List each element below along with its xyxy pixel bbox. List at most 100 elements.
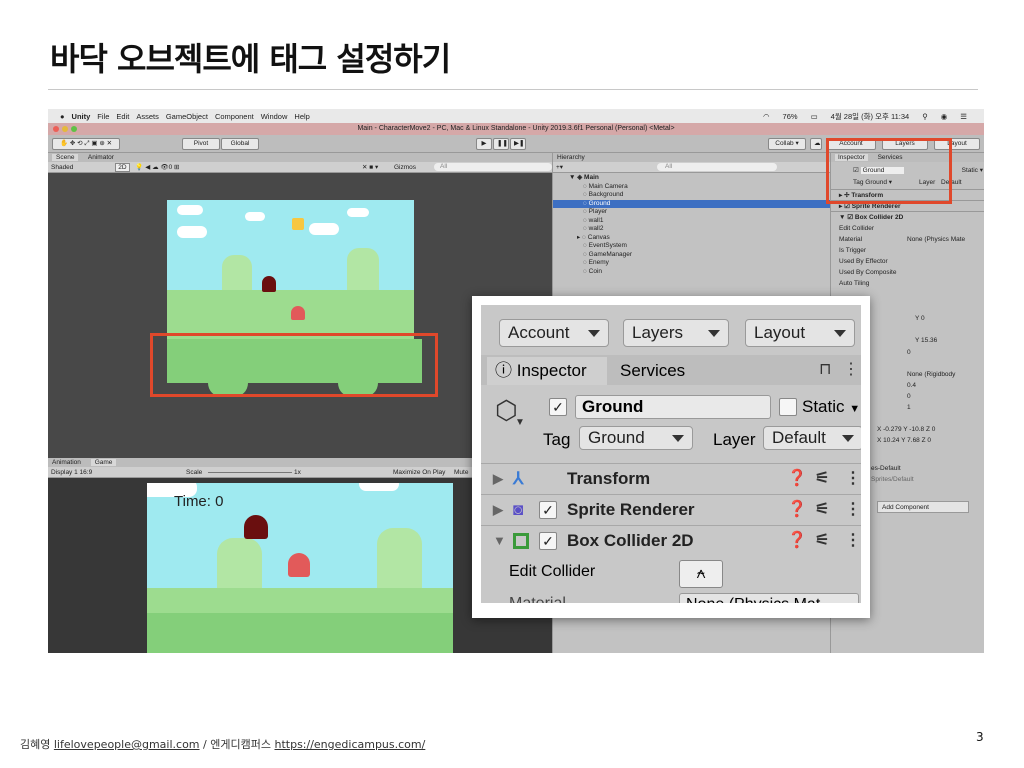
field-is-trigger[interactable]: Is Trigger [831, 245, 984, 256]
component-enabled-checkbox[interactable]: ✓ [539, 501, 557, 519]
material-field[interactable]: None (Physics Mate [907, 234, 965, 245]
wifi-icon[interactable]: ◠ [763, 112, 770, 121]
add-component-button[interactable]: Add Component [877, 501, 969, 513]
maximize-on-play-toggle[interactable]: Maximize On Play [393, 467, 445, 478]
z-value[interactable]: Z 0 [926, 426, 935, 433]
author-email-link[interactable]: lifelovepeople@gmail.com [54, 738, 200, 751]
menubar-clock[interactable]: 4월 28일 (화) 오후 11:34 [831, 111, 910, 122]
tab-scene[interactable]: Scene [52, 154, 79, 161]
menu-assets[interactable]: Assets [136, 112, 159, 121]
static-checkbox[interactable] [779, 398, 797, 416]
component-transform[interactable]: ▶ ⅄ Transform ❓ ⚟ ⋮ [481, 463, 861, 494]
field-used-by-effector[interactable]: Used By Effector [831, 256, 984, 267]
menu-window[interactable]: Window [261, 112, 288, 121]
tools-icon[interactable]: ✕ ■ ▾ [362, 162, 378, 173]
kebab-menu-icon[interactable]: ⋮ [843, 359, 859, 379]
y-value[interactable]: Y 7.68 [901, 437, 920, 444]
cloud-icon[interactable]: ☁ [810, 138, 822, 150]
hierarchy-item[interactable]: ◌ Main Camera [553, 183, 831, 192]
global-toggle[interactable]: Global [221, 138, 259, 150]
edit-collider-button[interactable]: ⍲ [679, 560, 723, 588]
x-value[interactable]: X 10.24 [877, 437, 899, 444]
hierarchy-item[interactable]: ◌ Coin [553, 268, 831, 277]
siri-icon[interactable]: ◉ [941, 112, 948, 121]
static-toggle[interactable]: Static ▾ [962, 165, 983, 176]
hierarchy-item[interactable]: ◌ Player [553, 208, 831, 217]
scene-root[interactable]: ▼ ◈ Main [553, 174, 831, 183]
z-value[interactable]: Z 0 [922, 437, 931, 444]
tab-animation[interactable]: Animation [52, 459, 81, 466]
hierarchy-item[interactable]: ◌ wall2 [553, 225, 831, 234]
preset-icon[interactable]: ⚟ [815, 526, 829, 556]
x-value[interactable]: X -0.279 [877, 426, 902, 433]
menu-unity[interactable]: Unity [72, 112, 91, 121]
mute-toggle[interactable]: Mute [454, 467, 468, 478]
org-url-link[interactable]: https://engedicampus.com/ [274, 738, 425, 751]
pivot-toggle[interactable]: Pivot [182, 138, 220, 150]
component-sprite-renderer[interactable]: ▶ ◙ ✓ Sprite Renderer ❓ ⚟ ⋮ [481, 494, 861, 525]
spotlight-icon[interactable]: ⚲ [922, 112, 928, 121]
icon-dropdown-caret[interactable]: ▼ [515, 417, 525, 428]
layers-dropdown[interactable]: Layers [623, 319, 729, 347]
scene-search[interactable]: All [434, 163, 552, 171]
collab-button[interactable]: Collab ▾ [768, 138, 806, 150]
hierarchy-item-selected[interactable]: ◌ Ground [553, 199, 831, 208]
tab-inspector[interactable]: ⓘ Inspector [487, 357, 607, 385]
pause-button[interactable]: ❚❚ [493, 138, 509, 150]
mode-2d-toggle[interactable]: 2D [115, 163, 130, 172]
active-checkbox[interactable]: ✓ [549, 398, 567, 416]
hierarchy-item[interactable]: ▸ ◌ Canvas [553, 234, 831, 243]
kebab-menu-icon[interactable]: ⋮ [845, 526, 861, 556]
tag-dropdown[interactable]: Ground [579, 426, 693, 450]
transform-tools[interactable]: ✋ ✥ ⟲ ⤢ ▣ ⊕ ✕ [52, 138, 120, 150]
menu-edit[interactable]: Edit [116, 112, 129, 121]
create-dropdown[interactable]: +▾ [556, 164, 563, 171]
layer-dropdown[interactable]: Default [763, 426, 861, 450]
control-center-icon[interactable]: ☰ [960, 112, 967, 121]
kebab-menu-icon[interactable]: ⋮ [845, 495, 861, 525]
account-dropdown[interactable]: Account [499, 319, 609, 347]
y-value[interactable]: Y -10.8 [903, 426, 924, 433]
display-dropdown[interactable]: Display 1 [51, 469, 78, 476]
preset-icon[interactable]: ⚟ [815, 495, 829, 525]
component-box-collider[interactable]: ▼ ☑ Box Collider 2D [831, 211, 984, 222]
scale-slider[interactable] [208, 472, 292, 473]
tab-animator[interactable]: Animator [88, 154, 114, 161]
field-used-by-composite[interactable]: Used By Composite [831, 267, 984, 278]
menu-component[interactable]: Component [215, 112, 254, 121]
kebab-menu-icon[interactable]: ⋮ [845, 464, 861, 494]
component-box-collider-2d[interactable]: ▼ ✓ Box Collider 2D ❓ ⚟ ⋮ [481, 525, 861, 556]
minimize-window-icon[interactable] [62, 126, 68, 132]
menu-file[interactable]: File [97, 112, 109, 121]
hierarchy-item[interactable]: ◌ Enemy [553, 259, 831, 268]
hierarchy-search[interactable]: All [657, 163, 777, 171]
hierarchy-item[interactable]: ◌ EventSystem [553, 242, 831, 251]
hierarchy-item[interactable]: ◌ Background [553, 191, 831, 200]
object-name-field[interactable]: Ground [575, 395, 771, 419]
aspect-dropdown[interactable]: 16:9 [80, 469, 93, 476]
shading-dropdown[interactable]: Shaded [51, 164, 73, 171]
component-enabled-checkbox[interactable]: ✓ [539, 532, 557, 550]
lock-icon[interactable]: ⊓ [819, 359, 831, 379]
menu-help[interactable]: Help [294, 112, 309, 121]
close-window-icon[interactable] [53, 126, 59, 132]
zoom-window-icon[interactable] [71, 126, 77, 132]
preset-icon[interactable]: ⚟ [815, 464, 829, 494]
tab-hierarchy[interactable]: Hierarchy [557, 154, 585, 161]
hierarchy-item[interactable]: ◌ wall1 [553, 217, 831, 226]
gizmos-dropdown[interactable]: Gizmos [394, 162, 416, 173]
scene-lighting-icon[interactable]: 💡 ◀ ☁ 👁0 ⊞ [135, 164, 179, 171]
field-auto-tiling[interactable]: Auto Tiling [831, 278, 984, 289]
tab-services[interactable]: Services [620, 357, 685, 385]
layout-dropdown[interactable]: Layout [745, 319, 855, 347]
static-label[interactable]: Static ▼ [802, 396, 860, 420]
apple-icon[interactable]: ● [60, 112, 65, 121]
material-field[interactable]: None (Physics Mat [679, 593, 859, 603]
play-button[interactable]: ▶ [476, 138, 492, 150]
hierarchy-item[interactable]: ◌ GameManager [553, 251, 831, 260]
menu-gameobject[interactable]: GameObject [166, 112, 208, 121]
tab-game[interactable]: Game [90, 459, 117, 466]
help-icon[interactable]: ❓ [787, 464, 807, 494]
battery-icon[interactable]: ▭ [811, 112, 818, 121]
help-icon[interactable]: ❓ [787, 526, 807, 556]
